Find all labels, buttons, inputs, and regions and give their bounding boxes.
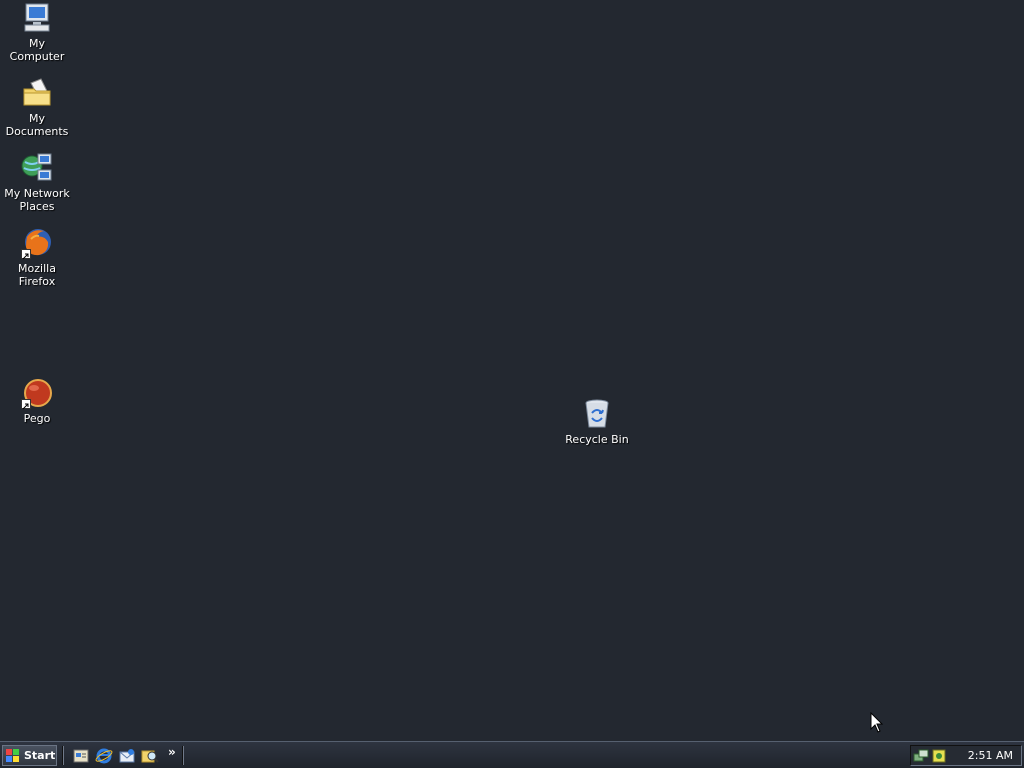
desktop-icon-label: My Computer xyxy=(9,37,65,63)
desktop-icon-firefox[interactable]: Mozilla Firefox xyxy=(0,227,74,288)
desktop-icon-network-places[interactable]: My Network Places xyxy=(0,152,74,213)
taskbar: Start » 2:51 AM xyxy=(0,741,1024,768)
desktop-icon-label: My Documents xyxy=(5,112,69,138)
search-icon[interactable] xyxy=(141,747,159,765)
desktop-icon-label: Recycle Bin xyxy=(565,433,629,446)
quick-launch-overflow-button[interactable]: » xyxy=(168,745,176,759)
my-computer-icon xyxy=(21,2,53,34)
system-tray: 2:51 AM xyxy=(910,745,1022,766)
desktop-icon-pego[interactable]: Pego xyxy=(0,377,74,425)
shortcut-arrow-icon xyxy=(21,399,31,410)
security-tray-icon[interactable] xyxy=(931,748,947,764)
start-button[interactable]: Start xyxy=(2,745,57,766)
desktop[interactable]: My Computer My Documents My Network Plac… xyxy=(0,0,1024,741)
recycle-bin-icon xyxy=(581,398,613,430)
desktop-icon-my-documents[interactable]: My Documents xyxy=(0,77,74,138)
network-tray-icon[interactable] xyxy=(913,748,929,764)
desktop-icon-recycle-bin[interactable]: Recycle Bin xyxy=(560,398,634,446)
pego-icon xyxy=(21,377,53,410)
desktop-icon-label: Mozilla Firefox xyxy=(18,262,56,288)
desktop-icon-label: Pego xyxy=(23,412,51,425)
my-documents-icon xyxy=(21,77,53,109)
start-label: Start xyxy=(24,749,56,762)
desktop-icon-my-computer[interactable]: My Computer xyxy=(0,2,74,63)
windows-logo-icon xyxy=(6,748,19,762)
internet-explorer-icon[interactable] xyxy=(95,747,113,765)
taskbar-separator xyxy=(182,746,184,765)
outlook-express-icon[interactable] xyxy=(118,747,136,765)
show-desktop-icon[interactable] xyxy=(72,747,90,765)
mouse-cursor-icon xyxy=(870,711,884,734)
network-places-icon xyxy=(21,152,53,184)
taskbar-separator xyxy=(62,746,64,765)
desktop-icon-label: My Network Places xyxy=(4,187,70,213)
firefox-icon xyxy=(21,227,53,260)
shortcut-arrow-icon xyxy=(21,249,31,260)
taskbar-clock[interactable]: 2:51 AM xyxy=(968,749,1013,762)
